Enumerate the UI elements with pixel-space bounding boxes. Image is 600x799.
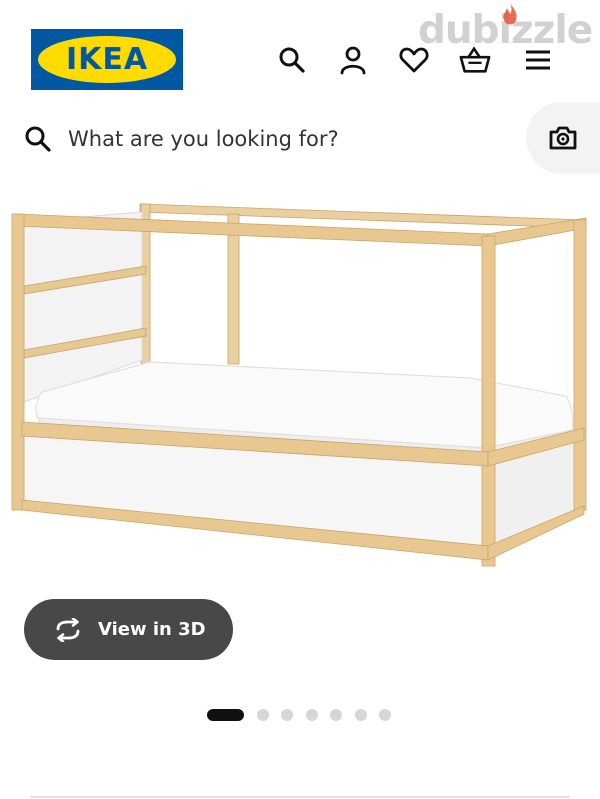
carousel-dot[interactable] [354, 709, 367, 721]
carousel-dot[interactable] [379, 709, 391, 721]
carousel-dot-active[interactable] [207, 709, 244, 721]
logo-oval: IKEA [38, 36, 176, 83]
header: IKEA dubizzle [0, 0, 600, 100]
divider [30, 796, 570, 798]
carousel-dot[interactable] [281, 709, 293, 721]
account-icon[interactable] [337, 44, 369, 76]
carousel-dot[interactable] [256, 709, 269, 721]
bed-illustration [11, 203, 587, 567]
camera-search-button[interactable] [526, 102, 600, 174]
product-image [0, 190, 600, 580]
search-icon[interactable] [276, 44, 308, 76]
search-icon [25, 126, 51, 152]
flame-icon [503, 3, 517, 25]
view-in-3d-button[interactable]: View in 3D [24, 599, 233, 660]
carousel-dot[interactable] [305, 709, 318, 721]
carousel-indicator [207, 709, 404, 721]
camera-icon [549, 126, 577, 150]
ikea-logo[interactable]: IKEA [31, 29, 183, 90]
view-in-3d-label: View in 3D [98, 619, 206, 640]
search-input[interactable] [68, 120, 508, 158]
carousel-dot[interactable] [330, 709, 342, 721]
rotate-icon [56, 617, 80, 642]
logo-text: IKEA [65, 42, 149, 77]
